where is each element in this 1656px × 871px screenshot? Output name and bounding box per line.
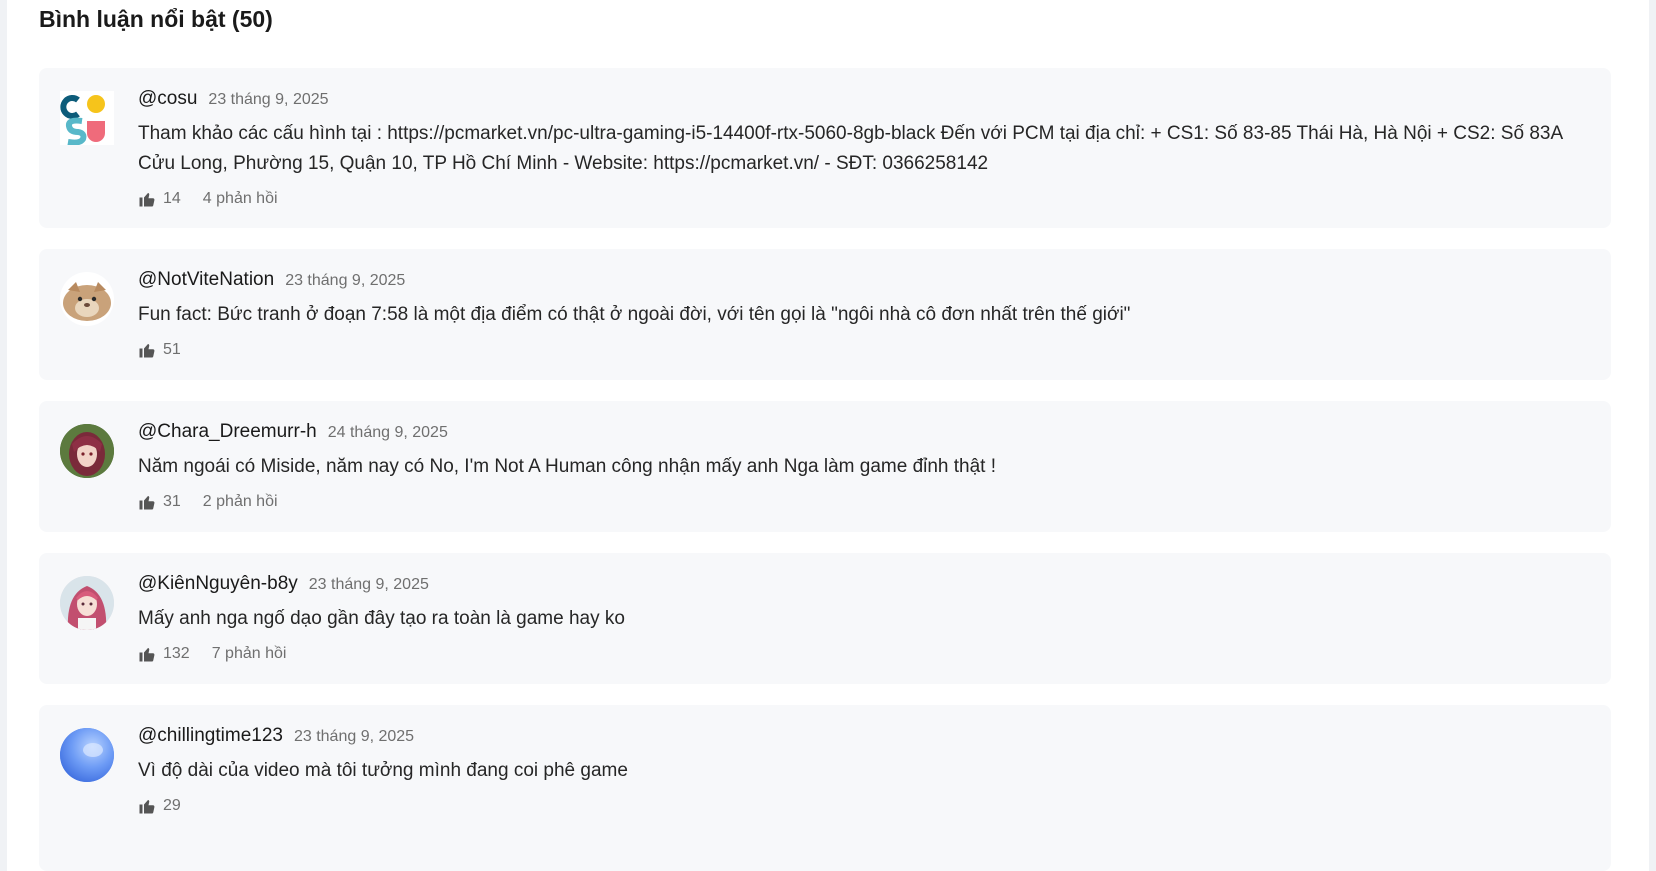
like-button[interactable]: 132 xyxy=(138,645,190,663)
comment-actions: 51 xyxy=(138,338,1587,362)
comment-actions: 132 7 phản hồi xyxy=(138,642,1587,666)
comment-actions: 14 4 phản hồi xyxy=(138,187,1587,211)
thumbs-up-icon xyxy=(139,800,155,814)
comment-author[interactable]: @NotViteNation xyxy=(138,269,274,291)
thumbs-up-icon xyxy=(139,193,155,207)
like-button[interactable]: 51 xyxy=(138,341,181,359)
comment-author[interactable]: @cosu xyxy=(138,88,197,110)
comment-time[interactable]: 23 tháng 9, 2025 xyxy=(285,272,405,290)
comment-meta: @cosu 23 tháng 9, 2025 xyxy=(138,88,1587,116)
comment-meta: @KiênNguyên-b8y 23 tháng 9, 2025 xyxy=(138,573,1587,601)
thumbs-up-icon xyxy=(139,344,155,358)
comment-card: @KiênNguyên-b8y 23 tháng 9, 2025 Mấy anh… xyxy=(39,553,1611,684)
comment-meta: @chillingtime123 23 tháng 9, 2025 xyxy=(138,725,1587,753)
comment-text: Tham khảo các cấu hình tại : https://pcm… xyxy=(138,123,1563,174)
thumbs-up-icon xyxy=(139,496,155,510)
comment-card: @Chara_Dreemurr-h 24 tháng 9, 2025 Năm n… xyxy=(39,401,1611,532)
cat-avatar-icon[interactable] xyxy=(60,272,114,326)
like-button[interactable]: 14 xyxy=(138,190,181,208)
comment-card: @NotViteNation 23 tháng 9, 2025 Fun fact… xyxy=(39,249,1611,380)
comment-time[interactable]: 23 tháng 9, 2025 xyxy=(208,91,328,109)
comment-author[interactable]: @KiênNguyên-b8y xyxy=(138,573,298,595)
comment-body: @KiênNguyên-b8y 23 tháng 9, 2025 Mấy anh… xyxy=(138,573,1587,666)
comment-text: Năm ngoái có Miside, năm nay có No, I'm … xyxy=(138,456,997,477)
comment-card: @cosu 23 tháng 9, 2025 Tham khảo các cấu… xyxy=(39,68,1611,228)
like-button[interactable]: 31 xyxy=(138,493,181,511)
comment-text: Mấy anh nga ngố dạo gần đây tạo ra toàn … xyxy=(138,608,625,629)
comment-actions: 29 xyxy=(138,794,1587,818)
comment-author[interactable]: @chillingtime123 xyxy=(138,725,283,747)
comment-time[interactable]: 23 tháng 9, 2025 xyxy=(309,576,429,594)
pink-hair-avatar-icon[interactable] xyxy=(60,576,114,630)
like-count: 51 xyxy=(163,341,181,358)
replies-link[interactable]: 4 phản hồi xyxy=(203,190,278,208)
like-count: 132 xyxy=(163,645,190,662)
comment-time[interactable]: 23 tháng 9, 2025 xyxy=(294,728,414,746)
like-button[interactable]: 29 xyxy=(138,797,181,815)
comment-meta: @Chara_Dreemurr-h 24 tháng 9, 2025 xyxy=(138,421,1587,449)
comments-panel: Bình luận nổi bật (50) @cosu 23 tháng 9,… xyxy=(7,0,1649,871)
comment-meta: @NotViteNation 23 tháng 9, 2025 xyxy=(138,269,1587,297)
comment-body: @NotViteNation 23 tháng 9, 2025 Fun fact… xyxy=(138,269,1587,362)
replies-link[interactable]: 7 phản hồi xyxy=(212,645,287,663)
replies-link[interactable]: 2 phản hồi xyxy=(203,493,278,511)
comment-body: @cosu 23 tháng 9, 2025 Tham khảo các cấu… xyxy=(138,88,1587,211)
like-count: 29 xyxy=(163,797,181,814)
blue-orb-avatar-icon[interactable] xyxy=(60,728,114,782)
section-title: Bình luận nổi bật (50) xyxy=(39,6,273,32)
like-count: 31 xyxy=(163,493,181,510)
thumbs-up-icon xyxy=(139,648,155,662)
anime-girl-avatar-icon[interactable] xyxy=(60,424,114,478)
like-count: 14 xyxy=(163,190,181,207)
comment-body: @chillingtime123 23 tháng 9, 2025 Vì độ … xyxy=(138,725,1587,818)
comment-text: Vì độ dài của video mà tôi tưởng mình đa… xyxy=(138,760,628,781)
comment-author[interactable]: @Chara_Dreemurr-h xyxy=(138,421,317,443)
comment-body: @Chara_Dreemurr-h 24 tháng 9, 2025 Năm n… xyxy=(138,421,1587,514)
comment-actions: 31 2 phản hồi xyxy=(138,490,1587,514)
comment-card: @chillingtime123 23 tháng 9, 2025 Vì độ … xyxy=(39,705,1611,871)
comment-text: Fun fact: Bức tranh ở đoạn 7:58 là một đ… xyxy=(138,304,1131,325)
cosu-logo-icon[interactable] xyxy=(60,91,114,145)
comment-time[interactable]: 24 tháng 9, 2025 xyxy=(328,424,448,442)
